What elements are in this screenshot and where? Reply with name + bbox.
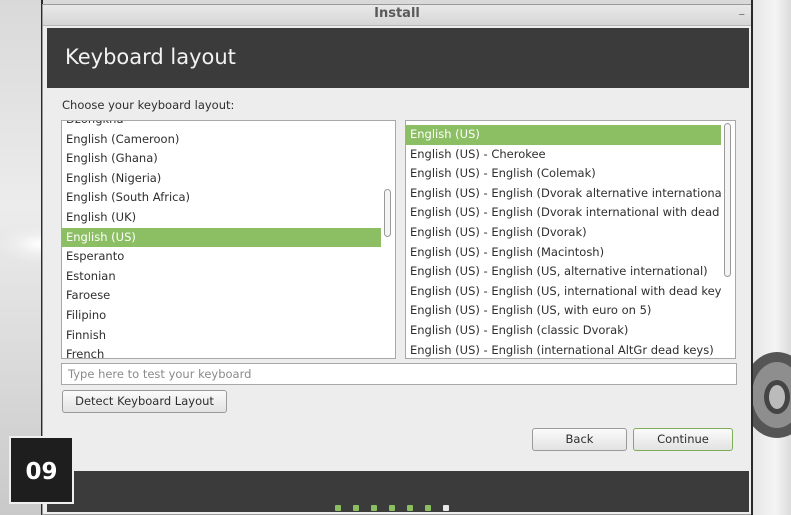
layout-list-scroll-thumb[interactable] [384, 189, 391, 237]
installer-window: Install – Keyboard layout Choose your ke… [42, 4, 752, 515]
window-title: Install [374, 6, 420, 21]
window-titlebar[interactable]: Install – [43, 5, 751, 26]
layout-list[interactable]: DzongkhaEnglish (Cameroon)English (Ghana… [61, 120, 396, 359]
layout-list-item[interactable]: English (Cameroon) [62, 130, 381, 150]
variant-list-content: English (US) English (US) - Cherokee Engli… [406, 125, 721, 358]
layout-list-item[interactable]: Esperanto [62, 247, 381, 267]
variant-list-item[interactable]: English (US) - English (international Al… [406, 341, 721, 358]
progress-dot [443, 505, 449, 511]
step-number-badge: 09 [9, 436, 74, 504]
progress-dot [335, 505, 341, 511]
progress-dot [425, 505, 431, 511]
progress-dot [353, 505, 359, 511]
minimize-icon[interactable]: – [739, 7, 746, 22]
footer-band [47, 471, 749, 512]
variant-list-item[interactable]: English (US) - English (Dvorak alternati… [406, 184, 721, 204]
progress-dot [371, 505, 377, 511]
progress-dot [389, 505, 395, 511]
progress-indicator [335, 505, 449, 511]
variant-list-item[interactable]: English (US) - English (Colemak) [406, 164, 721, 184]
progress-dot [407, 505, 413, 511]
layout-list-item[interactable]: French [62, 345, 381, 358]
layout-list-item[interactable]: Filipino [62, 306, 381, 326]
layout-list-item[interactable]: Dzongkha [62, 121, 381, 130]
layout-list-item[interactable]: English (Nigeria) [62, 169, 381, 189]
variant-list-item[interactable]: English (US) - English (US, with euro on… [406, 301, 721, 321]
layout-list-item[interactable]: Finnish [62, 326, 381, 346]
layout-list-item[interactable]: English (UK) [62, 208, 381, 228]
header-band: Keyboard layout [47, 28, 749, 88]
layout-prompt-label: Choose your keyboard layout: [62, 98, 235, 112]
layout-list-item[interactable]: Estonian [62, 267, 381, 287]
variant-list-item[interactable]: English (US) - English (Dvorak) [406, 223, 721, 243]
layout-list-item[interactable]: English (South Africa) [62, 188, 381, 208]
disc-hole [764, 380, 790, 414]
variant-list-item[interactable]: English (US) - English (classic Dvorak) [406, 321, 721, 341]
desktop-background-strip [752, 0, 791, 515]
variant-list-item[interactable]: English (US) - English (US, internationa… [406, 282, 721, 302]
layout-list-scrollbar[interactable] [383, 123, 393, 356]
layout-list-item[interactable]: English (US) [62, 227, 381, 248]
variant-list-item[interactable]: English (US) - English (Dvorak internati… [406, 203, 721, 223]
variant-list-item[interactable]: English (US) [406, 125, 721, 145]
variant-list[interactable]: English (US) English (US) - Cherokee Engli… [405, 120, 736, 359]
variant-list-item[interactable]: English (US) - Cherokee [406, 145, 721, 165]
variant-list-item[interactable]: English (US) - English (US, alternative … [406, 262, 721, 282]
variant-list-scrollbar[interactable] [723, 123, 733, 356]
detect-layout-button[interactable]: Detect Keyboard Layout [62, 390, 227, 413]
back-button[interactable]: Back [532, 428, 627, 451]
frame-border-right [751, 0, 753, 515]
variant-list-item[interactable]: English (US) - English (Macintosh) [406, 243, 721, 263]
layout-list-item[interactable]: English (Ghana) [62, 149, 381, 169]
keyboard-test-input[interactable] [61, 363, 737, 385]
variant-list-scroll-thumb[interactable] [724, 123, 731, 277]
layout-list-content: DzongkhaEnglish (Cameroon)English (Ghana… [62, 121, 381, 358]
layout-list-item[interactable]: Faroese [62, 286, 381, 306]
continue-button[interactable]: Continue [633, 428, 733, 451]
page-title: Keyboard layout [65, 45, 236, 69]
